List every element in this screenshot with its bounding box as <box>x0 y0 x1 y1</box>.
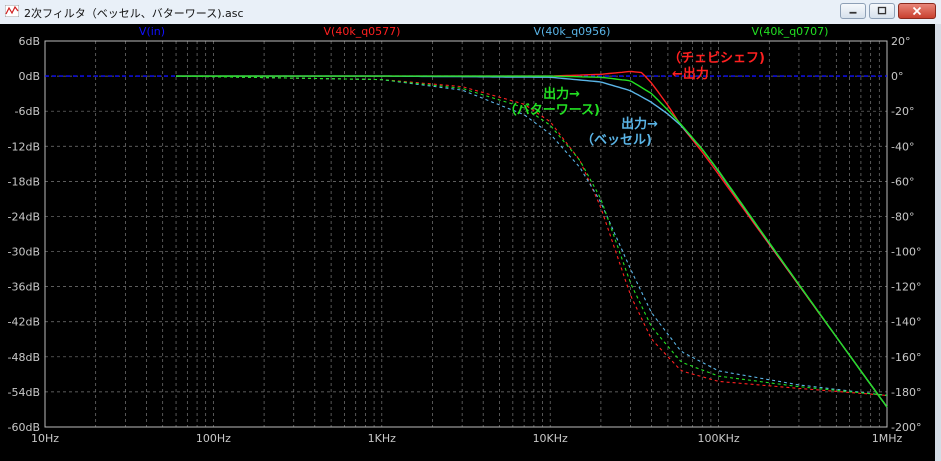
annotation-label: 出力→ <box>621 116 658 132</box>
x-tick-label: 10Hz <box>31 432 59 445</box>
annotation-label: （ベッセル) <box>581 132 652 148</box>
legend-entry: V(40k_q0707) <box>752 25 829 38</box>
annotation-label: （バターワース) <box>504 102 600 118</box>
minimize-icon <box>849 11 857 14</box>
y-right-tick-label: -80° <box>891 210 914 223</box>
legend-entry: V(40k_q0956) <box>534 25 611 38</box>
y-right-tick-label: -180° <box>891 386 921 399</box>
y-left-tick-label: -48dB <box>8 351 41 364</box>
y-right-tick-label: -60° <box>891 175 914 188</box>
x-tick-label: 100KHz <box>697 432 739 445</box>
y-left-tick-label: -54dB <box>8 386 41 399</box>
y-right-tick-label: -40° <box>891 140 914 153</box>
y-left-tick-label: -18dB <box>8 175 41 188</box>
y-right-tick-label: -120° <box>891 281 921 294</box>
close-button[interactable] <box>898 3 936 19</box>
maximize-icon <box>877 6 887 15</box>
app-window: 2次フィルタ（ベッセル、バターワース).asc 6dB 0dB -6dB -12dB -… <box>0 0 941 461</box>
y-right-tick-label: -20° <box>891 105 914 118</box>
y-right-tick-label: -100° <box>891 246 921 259</box>
y-left-tick-label: -30dB <box>8 246 41 259</box>
y-left-tick-label: -6dB <box>15 105 41 118</box>
x-tick-label: 100Hz <box>196 432 231 445</box>
plot-background <box>0 24 935 461</box>
x-tick-label: 1KHz <box>368 432 396 445</box>
maximize-button[interactable] <box>869 3 895 19</box>
legend-entry: V(in) <box>139 25 165 38</box>
annotation-label: （チェビシェフ) <box>668 50 765 66</box>
y-left-tick-label: 0dB <box>18 70 40 83</box>
minimize-button[interactable] <box>840 3 866 19</box>
y-right-tick-label: 0° <box>891 70 904 83</box>
x-tick-label: 10KHz <box>533 432 568 445</box>
close-icon <box>912 6 922 16</box>
scrollbar[interactable] <box>935 24 941 461</box>
y-left-tick-label: 6dB <box>18 35 40 48</box>
waveform-viewer[interactable]: 6dB 0dB -6dB -12dB -18dB -24dB -30dB -36dB -42dB… <box>0 24 941 461</box>
y-left-tick-label: -12dB <box>8 140 41 153</box>
waveform-icon <box>5 5 19 17</box>
annotation-label: 出力→ <box>543 86 580 102</box>
legend-entry: V(40k_q0577) <box>324 25 401 38</box>
bode-plot[interactable]: 6dB 0dB -6dB -12dB -18dB -24dB -30dB -36dB -42dB… <box>0 24 935 461</box>
x-tick-label: 1MHz <box>872 432 903 445</box>
y-right-tick-label: 20° <box>891 35 911 48</box>
y-left-tick-label: -42dB <box>8 316 41 329</box>
y-left-tick-label: -36dB <box>8 281 41 294</box>
y-left-tick-label: -24dB <box>8 210 41 223</box>
window-title: 2次フィルタ（ベッセル、バターワース).asc <box>24 7 244 20</box>
y-right-tick-label: -140° <box>891 316 921 329</box>
annotation-label: ←出力 <box>672 66 709 82</box>
title-bar[interactable]: 2次フィルタ（ベッセル、バターワース).asc <box>0 0 941 25</box>
y-right-tick-label: -160° <box>891 351 921 364</box>
